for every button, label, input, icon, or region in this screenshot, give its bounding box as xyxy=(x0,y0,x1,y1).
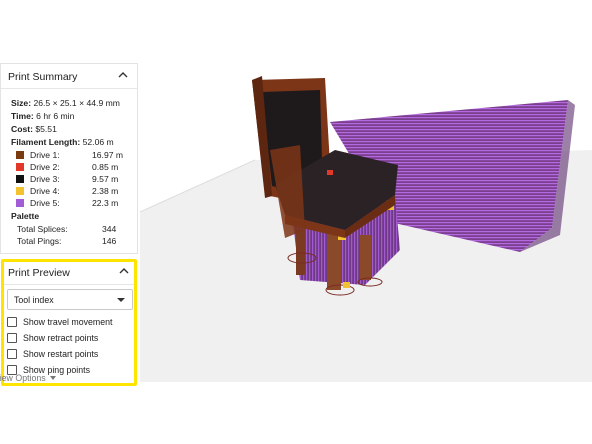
print-summary-title: Print Summary xyxy=(8,71,78,83)
show-restart-points-option[interactable]: Show restart points xyxy=(7,349,98,359)
print-preview-panel: Print Preview Tool index Show travel mov… xyxy=(1,259,137,386)
time-label: Time: xyxy=(11,111,34,121)
drive-row-2: Drive 2: 0.85 m xyxy=(16,162,118,172)
cost-label: Cost: xyxy=(11,124,33,134)
total-splices-row: Total Splices: 344 xyxy=(17,224,116,234)
divider xyxy=(4,284,134,285)
size-row: Size: 26.5 × 25.1 × 44.9 mm xyxy=(11,98,120,108)
drive-value: 22.3 m xyxy=(92,198,119,208)
drive-4-swatch xyxy=(16,187,24,195)
drive-label: Drive 4: xyxy=(30,186,60,196)
show-retract-points-option[interactable]: Show retract points xyxy=(7,333,98,343)
checkbox[interactable] xyxy=(7,349,17,359)
drive-value: 0.85 m xyxy=(92,162,119,172)
drive-row-4: Drive 4: 2.38 m xyxy=(16,186,118,196)
drive-2-swatch xyxy=(16,163,24,171)
print-preview-title: Print Preview xyxy=(8,267,70,279)
drive-value: 2.38 m xyxy=(92,186,119,196)
chevron-up-icon[interactable] xyxy=(116,68,130,82)
palette-title: Palette xyxy=(11,211,40,221)
drive-1-swatch xyxy=(16,151,24,159)
size-label: Size: xyxy=(11,98,32,108)
preview-mode-value: Tool index xyxy=(14,295,54,305)
chevron-up-icon[interactable] xyxy=(117,264,131,278)
cost-value: $5.51 xyxy=(35,124,57,134)
pings-value: 146 xyxy=(102,236,117,246)
drive-label: Drive 1: xyxy=(30,150,60,160)
filament-value: 52.06 m xyxy=(82,137,114,147)
preview-mode-select[interactable]: Tool index xyxy=(7,289,133,310)
filament-label: Filament Length: xyxy=(11,137,81,147)
divider xyxy=(1,88,137,89)
drive-3-swatch xyxy=(16,175,24,183)
cost-row: Cost: $5.51 xyxy=(11,124,57,134)
drive-label: Drive 3: xyxy=(30,174,60,184)
checkbox-label: Show restart points xyxy=(23,349,99,359)
drive-label: Drive 5: xyxy=(30,198,60,208)
drive-value: 9.57 m xyxy=(92,174,119,184)
drive-label: Drive 2: xyxy=(30,162,60,172)
splices-label: Total Splices: xyxy=(17,224,68,234)
time-value: 6 hr 6 min xyxy=(36,111,75,121)
print-summary-panel: Print Summary Size: 26.5 × 25.1 × 44.9 m… xyxy=(0,63,138,254)
view-options-label: View Options xyxy=(0,373,46,383)
view-options-toggle[interactable]: View Options xyxy=(0,373,72,383)
show-travel-movement-option[interactable]: Show travel movement xyxy=(7,317,112,327)
size-value: 26.5 × 25.1 × 44.9 mm xyxy=(33,98,120,108)
checkbox-label: Show retract points xyxy=(23,333,99,343)
drive-value: 16.97 m xyxy=(92,150,124,160)
checkbox[interactable] xyxy=(7,333,17,343)
drive-5-swatch xyxy=(16,199,24,207)
checkbox[interactable] xyxy=(7,317,17,327)
checkbox-label: Show travel movement xyxy=(23,317,113,327)
drive-row-1: Drive 1: 16.97 m xyxy=(16,150,123,160)
caret-down-icon xyxy=(117,298,125,302)
drive-row-5: Drive 5: 22.3 m xyxy=(16,198,118,208)
total-pings-row: Total Pings: 146 xyxy=(17,236,116,246)
pings-label: Total Pings: xyxy=(17,236,62,246)
filament-row: Filament Length: 52.06 m xyxy=(11,137,114,147)
splices-value: 344 xyxy=(102,224,117,234)
caret-down-icon xyxy=(49,376,56,380)
time-row: Time: 6 hr 6 min xyxy=(11,111,74,121)
drive-row-3: Drive 3: 9.57 m xyxy=(16,174,118,184)
